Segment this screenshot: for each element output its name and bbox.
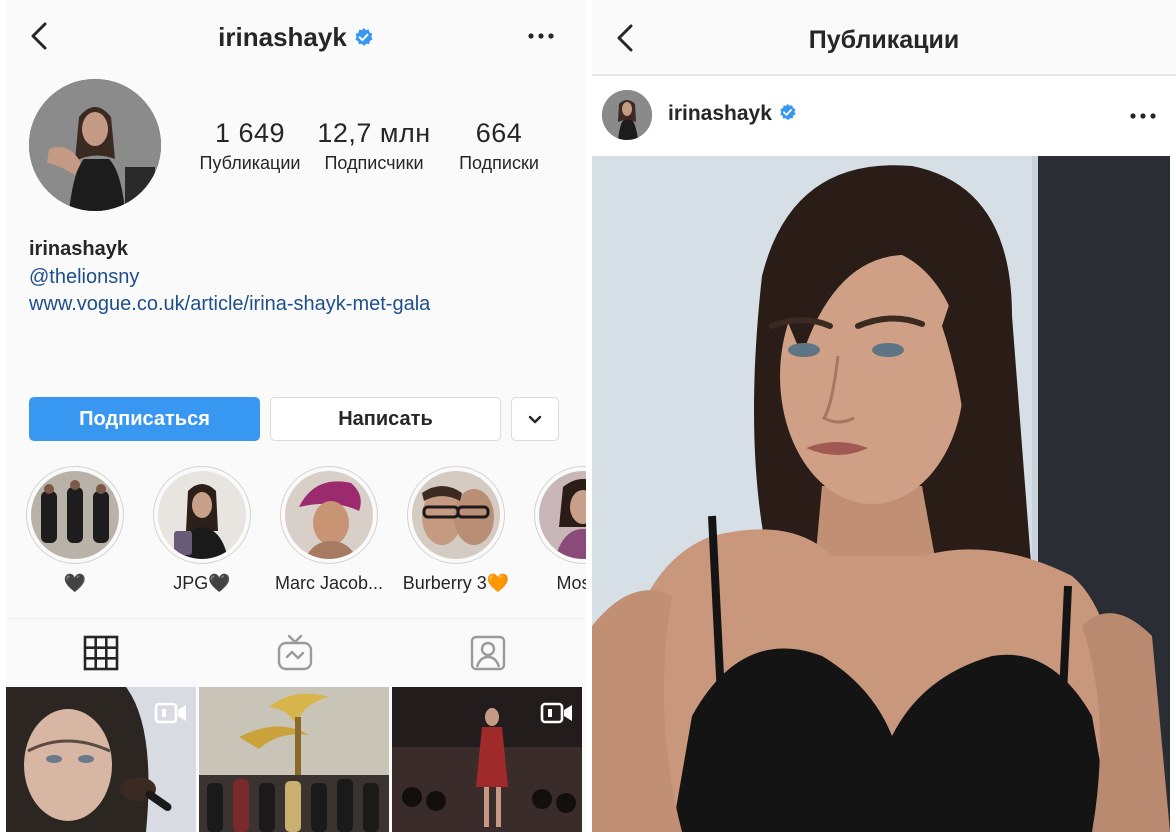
post-photo[interactable] (592, 156, 1170, 832)
username-text: irinashayk (218, 22, 347, 52)
highlight-cover (539, 471, 586, 559)
highlight-ring (534, 466, 586, 564)
post-author-avatar[interactable] (602, 90, 652, 140)
highlight-cover (158, 471, 246, 559)
stat-posts[interactable]: 1 649 Публикации (192, 118, 308, 174)
following-count: 664 (475, 118, 523, 148)
stat-following[interactable]: 664 Подписки (446, 118, 552, 174)
highlight-label: JPG🖤 (173, 573, 231, 593)
grid-icon[interactable] (81, 633, 121, 673)
highlight-cover (31, 471, 119, 559)
highlight-item[interactable]: JPG🖤 (142, 466, 262, 594)
followers-count: 12,7 млн (317, 118, 431, 148)
profile-screen: irinashayk 1 649 Публикации 12,7 млн Под… (6, 0, 586, 832)
highlight-label: Mosch (556, 573, 586, 593)
video-camera-icon (540, 702, 572, 724)
post-author-username[interactable]: irinashayk (668, 102, 797, 126)
message-button[interactable]: Написать (270, 397, 501, 441)
grid-post[interactable] (392, 687, 582, 832)
profile-username-title: irinashayk (6, 22, 586, 53)
story-highlights: 🖤 JPG🖤 Marc Jacob... Burberry 3🧡 Mos (6, 466, 586, 596)
profile-tabs (6, 618, 586, 686)
grid-post[interactable] (199, 687, 389, 832)
profile-header: irinashayk (6, 0, 586, 76)
post-header: irinashayk (592, 78, 1176, 156)
post-photo-image (592, 156, 1170, 832)
posts-label: Публикации (199, 153, 301, 173)
highlight-ring (407, 466, 505, 564)
bio-website-link[interactable]: www.vogue.co.uk/article/irina-shayk-met-… (29, 293, 430, 316)
verified-badge-icon (355, 27, 373, 46)
highlight-label: Marc Jacob... (274, 573, 384, 593)
highlight-ring (153, 466, 251, 564)
highlight-label: Burberry 3🧡 (402, 573, 510, 593)
highlight-ring (26, 466, 124, 564)
highlight-label: 🖤 (63, 573, 87, 593)
suggestions-dropdown-button[interactable] (511, 397, 559, 441)
follow-button[interactable]: Подписаться (29, 397, 260, 441)
followers-label: Подписчики (324, 153, 424, 173)
bio-mention-link[interactable]: @thelionsny (29, 266, 139, 289)
highlight-item[interactable]: Burberry 3🧡 (396, 466, 516, 594)
username-text: irinashayk (668, 102, 772, 125)
page-title: Публикации (808, 26, 960, 54)
grid-post[interactable] (6, 687, 196, 832)
profile-avatar[interactable] (29, 79, 161, 211)
profile-stats: 1 649 Публикации 12,7 млн Подписчики 664… (192, 118, 562, 178)
chevron-down-icon (528, 415, 542, 423)
more-options-icon[interactable] (1128, 106, 1158, 126)
verified-badge-icon (780, 103, 796, 121)
tagged-icon[interactable] (468, 633, 508, 673)
more-options-icon[interactable] (526, 26, 556, 46)
following-label: Подписки (459, 153, 539, 173)
posts-count: 1 649 (214, 118, 286, 148)
bio-name: irinashayk (29, 238, 128, 260)
grid-post-image (199, 687, 389, 832)
highlight-item[interactable]: Mosch (523, 466, 586, 594)
video-camera-icon (154, 702, 186, 724)
highlight-item[interactable]: 🖤 (15, 466, 135, 594)
post-screen: Публикации irinashayk (592, 0, 1176, 832)
highlight-item[interactable]: Marc Jacob... (269, 466, 389, 594)
igtv-icon[interactable] (275, 633, 315, 673)
highlight-cover (412, 471, 500, 559)
avatar-photo (602, 90, 652, 140)
post-screen-header: Публикации (592, 0, 1176, 76)
highlight-cover (285, 471, 373, 559)
avatar-photo (29, 79, 161, 211)
posts-grid (6, 687, 586, 832)
highlight-ring (280, 466, 378, 564)
stat-followers[interactable]: 12,7 млн Подписчики (316, 118, 432, 174)
